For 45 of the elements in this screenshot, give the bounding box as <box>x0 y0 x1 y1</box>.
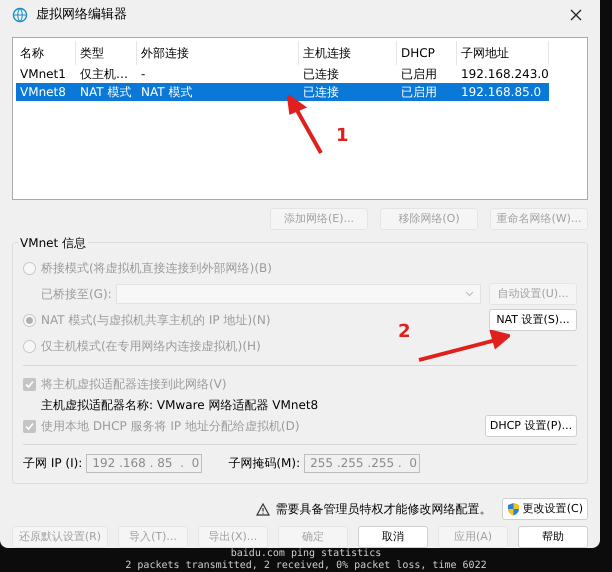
table-cell-text: 192.168.85.0 <box>460 84 542 102</box>
network-row[interactable]: VMnet1 仅主机… - 已连接 已启用 192.168.243.0 <box>16 65 549 84</box>
subnet-ip-label: 子网 IP (I): <box>23 455 82 472</box>
admin-notice: 需要具备管理员特权才能修改网络配置。 <box>276 501 492 518</box>
table-cell-text: 已启用 <box>400 66 438 84</box>
column-header[interactable]: 外部连接 <box>137 41 299 66</box>
mode-label: 仅主机模式(在专用网络内连接虚拟机)(H) <box>41 338 261 355</box>
option-label: 使用本地 DHCP 服务将 IP 地址分配给虚拟机(D) <box>41 418 300 435</box>
table-cell-text: 仅主机… <box>79 66 129 84</box>
change-settings-button[interactable]: 更改设置(C) <box>502 498 588 520</box>
table-cell-text: VMnet8 <box>19 84 67 102</box>
column-header[interactable]: DHCP <box>397 41 457 66</box>
terminal-line: baidu.com ping statistics <box>230 548 382 560</box>
network-row[interactable]: VMnet8 NAT 模式 NAT 模式 已连接 已启用 192.168.85.0 <box>16 83 549 102</box>
mode-label: NAT 模式(与虚拟机共享主机的 IP 地址)(N) <box>41 312 271 329</box>
option-label: 将主机虚拟适配器连接到此网络(V) <box>41 376 227 393</box>
column-header[interactable]: 类型 <box>76 41 137 66</box>
window-title: 虚拟网络编辑器 <box>36 6 127 24</box>
bridge-label: 已桥接至(G): <box>41 286 112 303</box>
column-header[interactable]: 主机连接 <box>299 41 397 66</box>
terminal-line: 2 packets transmitted, 2 received, 0% packet loss, time 6022 <box>125 560 487 572</box>
table-cell-text: 已启用 <box>400 84 438 102</box>
table-cell-text: VMnet1 <box>19 66 67 84</box>
table-cell-text: 已连接 <box>302 84 340 102</box>
subnet-mask-label: 子网掩码(M): <box>228 455 300 472</box>
table-cell-text: - <box>140 66 146 84</box>
table-cell-text: 192.168.243.0 <box>460 66 549 84</box>
chevron-down-icon <box>465 291 474 297</box>
close-icon[interactable] <box>570 8 582 21</box>
group-title: VMnet 信息 <box>18 234 88 252</box>
globe-icon <box>12 6 28 23</box>
column-header[interactable]: 子网地址 <box>457 41 549 66</box>
shield-icon <box>506 502 520 516</box>
mode-label: 桥接模式(将虚拟机直接连接到外部网络)(B) <box>41 260 272 277</box>
dialog-button[interactable]: 帮助 <box>518 526 588 548</box>
annotation-number: 2 <box>398 320 411 344</box>
table-cell-text: NAT 模式 <box>79 84 132 102</box>
column-header[interactable]: 名称 <box>16 41 76 66</box>
dialog-button[interactable]: 取消 <box>358 526 428 548</box>
warning-icon <box>256 502 270 516</box>
bridge-dropdown[interactable] <box>116 284 481 304</box>
annotation-number: 1 <box>336 124 349 148</box>
table-cell-text: NAT 模式 <box>140 84 194 102</box>
table-cell-text: 已连接 <box>302 66 340 84</box>
adapter-name: 主机虚拟适配器名称: VMware 网络适配器 VMnet8 <box>40 397 320 414</box>
